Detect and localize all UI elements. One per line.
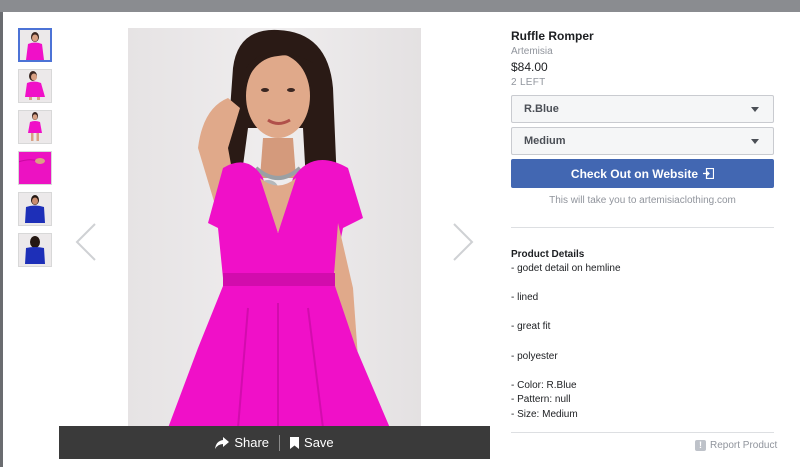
product-image (128, 28, 421, 430)
external-link-icon (703, 168, 715, 179)
thumbnail[interactable] (18, 192, 52, 226)
product-details: Product Details - godet detail on hemlin… (511, 249, 774, 423)
chevron-left-icon[interactable] (75, 222, 97, 262)
detail-line: - great fit (511, 321, 551, 333)
details-heading: Product Details (511, 249, 585, 260)
detail-line: - Size: Medium (511, 408, 578, 420)
divider (511, 227, 774, 228)
product-title: Ruffle Romper (511, 29, 594, 43)
report-product-link[interactable]: ! Report Product (695, 440, 777, 451)
thumbnail[interactable] (18, 233, 52, 267)
product-modal: Share Save Ruffle Romper Artemisia $84.0… (3, 12, 800, 467)
detail-line: - Color: R.Blue (511, 379, 577, 391)
checkout-note: This will take you to artemisiaclothing.… (549, 195, 736, 206)
thumbnail[interactable] (18, 28, 52, 62)
detail-line (511, 306, 774, 321)
detail-line (511, 277, 774, 292)
detail-line: - godet detail on hemline (511, 263, 621, 274)
thumbnail[interactable] (18, 110, 52, 144)
image-action-bar: Share Save (59, 426, 490, 459)
color-select[interactable]: R.Blue (511, 95, 774, 123)
stock-count: 2 LEFT (511, 77, 546, 88)
product-info: Ruffle Romper Artemisia $84.00 2 LEFT (511, 28, 775, 88)
share-label: Share (234, 435, 270, 450)
share-button[interactable]: Share (205, 435, 279, 450)
checkout-button[interactable]: Check Out on Website (511, 159, 774, 188)
size-select[interactable]: Medium (511, 127, 774, 155)
detail-line: - polyester (511, 350, 558, 362)
chevron-right-icon[interactable] (452, 222, 474, 262)
product-price: $84.00 (511, 60, 548, 74)
browser-backdrop (0, 0, 800, 12)
color-select-value: R.Blue (524, 103, 559, 115)
thumbnail[interactable] (18, 151, 52, 185)
save-button[interactable]: Save (280, 435, 344, 450)
detail-line (511, 364, 774, 379)
report-label: Report Product (710, 440, 778, 451)
thumbnail[interactable] (18, 69, 52, 103)
save-label: Save (304, 435, 334, 450)
thumbnail-list (18, 28, 54, 274)
share-arrow-icon (215, 436, 230, 449)
size-select-value: Medium (524, 135, 566, 147)
alert-icon: ! (695, 440, 706, 451)
detail-line: - Pattern: null (511, 394, 571, 406)
bookmark-icon (290, 436, 300, 449)
detail-line: - lined (511, 292, 539, 304)
caret-down-icon (751, 139, 759, 144)
detail-line (511, 335, 774, 350)
product-brand[interactable]: Artemisia (511, 46, 775, 57)
checkout-label: Check Out on Website (570, 166, 699, 181)
caret-down-icon (751, 107, 759, 112)
divider (511, 432, 774, 433)
